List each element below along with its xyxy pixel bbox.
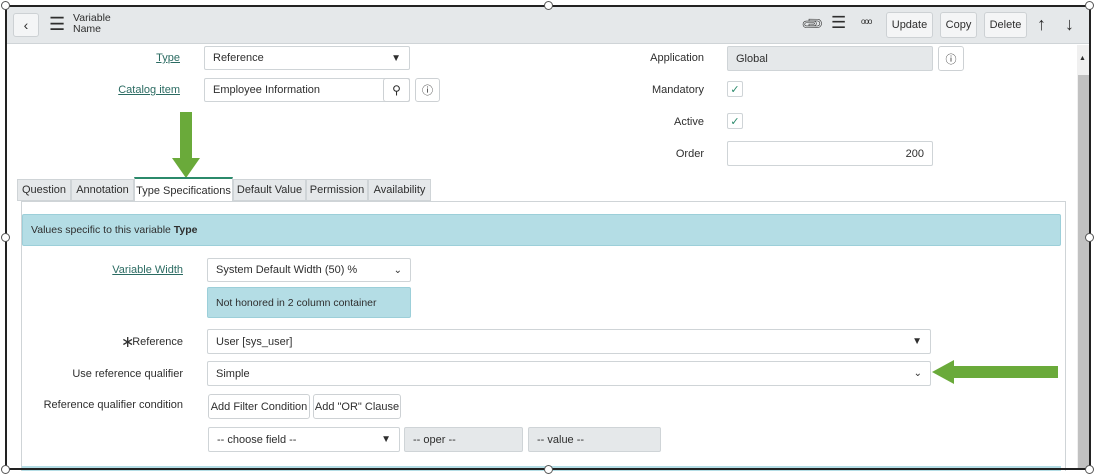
- resize-handle[interactable]: [1085, 233, 1094, 242]
- resize-handle[interactable]: [544, 465, 553, 474]
- selection-frame: [5, 5, 1091, 470]
- resize-handle[interactable]: [1, 233, 10, 242]
- resize-handle[interactable]: [1085, 1, 1094, 10]
- resize-handle[interactable]: [544, 1, 553, 10]
- resize-handle[interactable]: [1085, 465, 1094, 474]
- resize-handle[interactable]: [1, 465, 10, 474]
- resize-handle[interactable]: [1, 1, 10, 10]
